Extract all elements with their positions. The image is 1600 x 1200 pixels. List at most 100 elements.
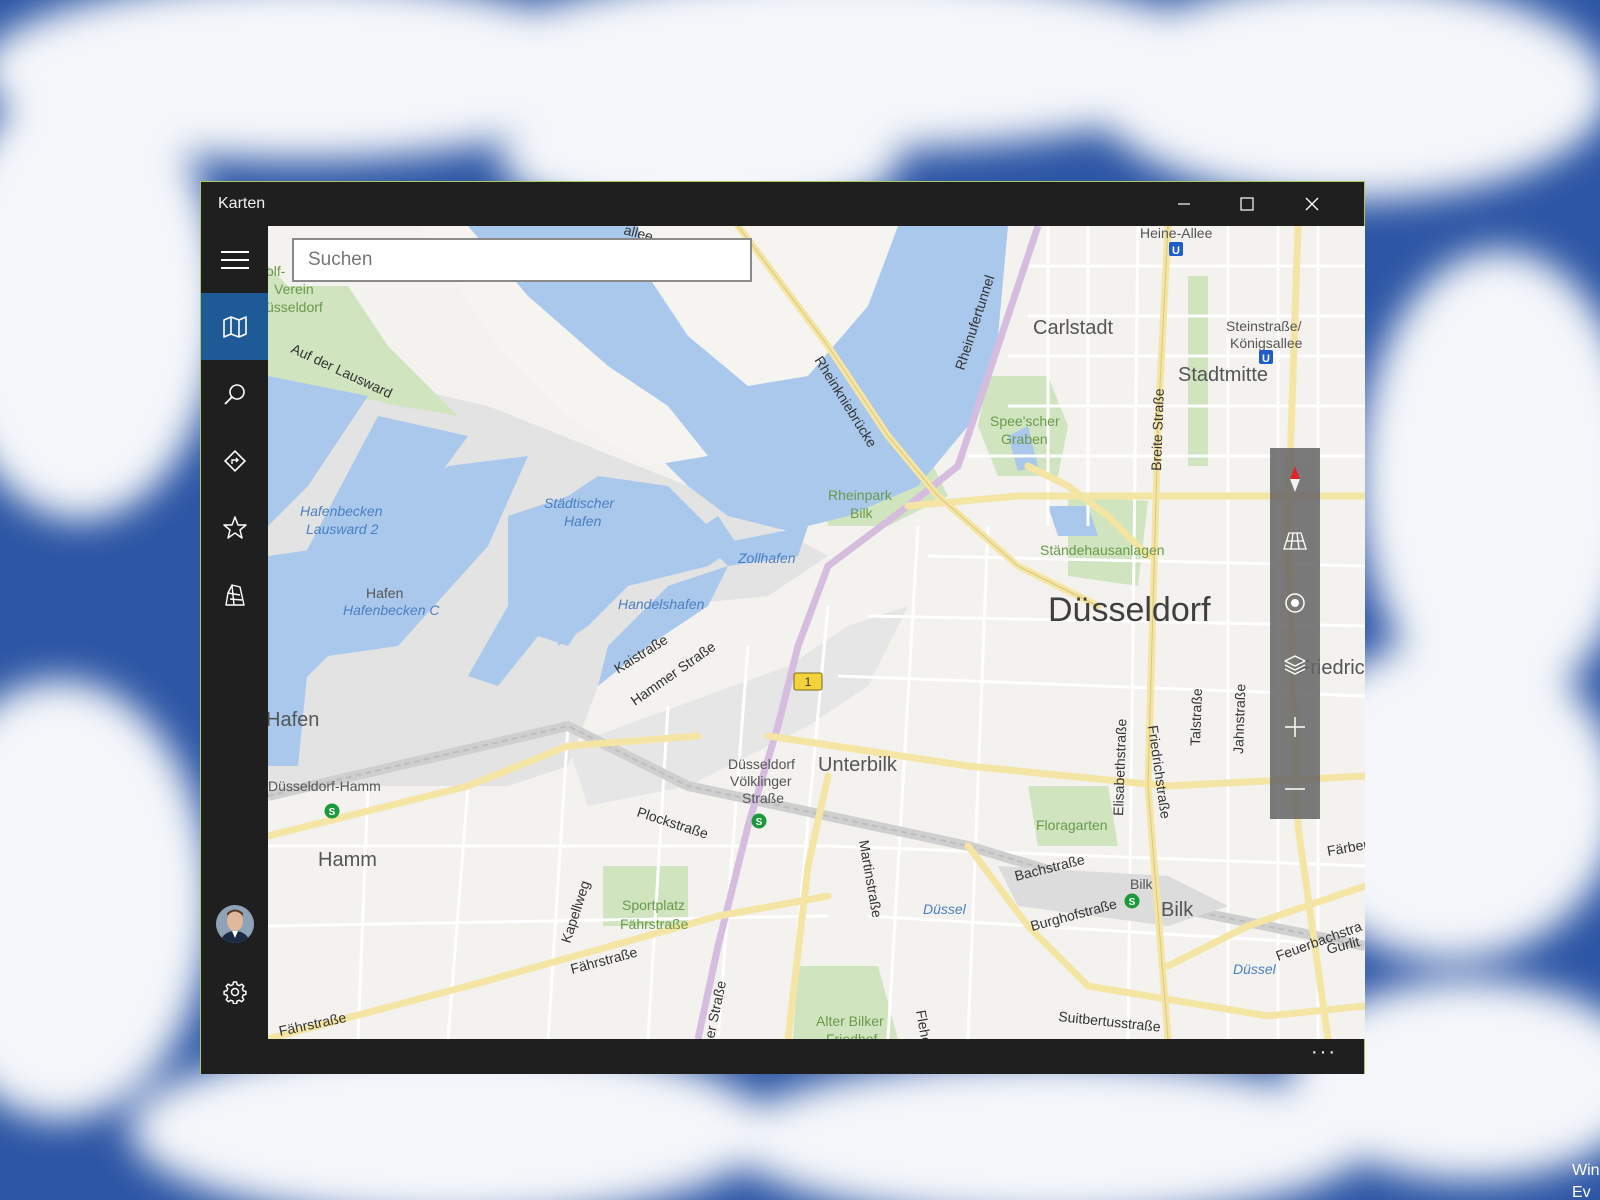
label-carlstadt: Carlstadt	[1033, 317, 1113, 339]
account-button[interactable]	[201, 890, 268, 957]
label-golf-1: olf-	[268, 263, 286, 279]
search-icon	[223, 383, 245, 405]
label-staendehaus: Ständehausanlagen	[1040, 542, 1165, 558]
label-jahnstrasse: Jahnstraße	[1230, 683, 1248, 754]
label-faehrstrasse-2: Fährstraße	[277, 1009, 348, 1039]
label-flehe: Flehe	[913, 1009, 935, 1039]
label-voelklinger-2: Völklinger	[730, 773, 792, 789]
label-alter-bilker-1: Alter Bilker	[816, 1013, 884, 1029]
label-faehrstrasse-1: Fährstraße	[569, 944, 639, 977]
minimize-button[interactable]	[1153, 182, 1215, 226]
hamburger-menu-button[interactable]	[201, 226, 268, 293]
u-bahn-badge-steinstrasse: U	[1259, 350, 1273, 365]
label-rheinpark-1: Rheinpark	[828, 487, 893, 503]
label-friedrichstrasse: Friedrichstraße	[1145, 724, 1174, 820]
sidebar-item-3d-cities[interactable]	[201, 561, 268, 628]
maps-app-window: Karten Düsseldorf Carlstadt Stadtmitte U…	[200, 181, 1365, 1074]
avatar	[215, 904, 254, 943]
title-bar[interactable]: Karten	[201, 182, 1364, 226]
tilt-button[interactable]	[1270, 510, 1320, 572]
3d-city-icon	[224, 583, 245, 606]
svg-text:1: 1	[805, 675, 812, 689]
label-steinstrasse-1: Steinstraße/	[1226, 318, 1302, 334]
label-handelshafen: Handelshafen	[618, 596, 705, 612]
desktop-corner-text: Win Ev	[1572, 1160, 1600, 1200]
compass-button[interactable]	[1270, 448, 1320, 510]
label-breite-strasse: Breite Straße	[1148, 388, 1167, 471]
label-martinstrasse: Martinstraße	[856, 839, 885, 919]
label-heine-allee: Heine-Allee	[1140, 226, 1213, 241]
label-hafenbecken-lausward-2: Lausward 2	[306, 521, 379, 537]
label-golf-2: Verein	[274, 281, 314, 297]
label-duessel-2: Düssel	[1233, 961, 1277, 977]
label-sportplatz-1: Sportplatz	[622, 897, 685, 913]
svg-text:U: U	[1262, 353, 1270, 365]
gear-icon	[222, 980, 247, 1004]
label-bilk-station: Bilk	[1130, 876, 1154, 892]
map-canvas[interactable]: Düsseldorf Carlstadt Stadtmitte Unterbil…	[268, 226, 1365, 1039]
compass-icon	[1290, 466, 1300, 492]
label-hafen-small: Hafen	[366, 585, 403, 601]
sidebar-nav	[201, 226, 268, 1039]
label-elisabethstrasse: Elisabethstraße	[1110, 718, 1129, 816]
label-sportplatz-2: Fährstraße	[620, 916, 689, 932]
maximize-button[interactable]	[1216, 182, 1278, 226]
more-options-button[interactable]: ···	[1304, 1041, 1344, 1071]
label-spee-2: Graben	[1001, 431, 1048, 447]
hamburger-icon	[220, 250, 249, 269]
label-voelklinger-1: Düsseldorf	[728, 756, 795, 772]
minimize-icon	[1178, 203, 1190, 205]
label-duesseldorf-hamm: Düsseldorf-Hamm	[268, 778, 381, 794]
close-icon	[1305, 197, 1319, 211]
label-auf-der-lausward: Auf der Lausward	[289, 340, 395, 401]
label-rheinpark-2: Bilk	[850, 505, 874, 521]
label-staedtischer-1: Städtischer	[544, 495, 615, 511]
sidebar-item-favorites[interactable]	[201, 494, 268, 561]
label-alter-bilker-2: Friedhof	[826, 1031, 877, 1039]
label-talstrasse: Talstraße	[1187, 688, 1205, 746]
settings-button[interactable]	[201, 958, 268, 1025]
label-bilk: Bilk	[1161, 899, 1194, 921]
label-hafen: Hafen	[268, 709, 319, 731]
label-rheinkniebruecke: Rheinkniebrücke	[811, 353, 880, 450]
label-burghofstrasse: Burghofstraße	[1029, 895, 1119, 933]
plus-icon	[1285, 717, 1305, 737]
svg-text:S: S	[756, 817, 763, 828]
corner-text-line-2: Ev	[1572, 1184, 1591, 1200]
map-icon	[222, 315, 247, 338]
location-icon	[1285, 593, 1305, 613]
label-kaistrasse: Kaistraße	[611, 631, 670, 676]
svg-text:S: S	[329, 807, 336, 818]
svg-text:U: U	[1172, 245, 1180, 257]
map-layers-button[interactable]	[1270, 634, 1320, 696]
label-zollhafen: Zollhafen	[737, 550, 796, 566]
label-floragarten: Floragarten	[1036, 817, 1108, 833]
label-kapellweg: Kapellweg	[558, 879, 593, 945]
s-bahn-badge-voelklinger: S	[751, 813, 767, 829]
map-controls-panel	[1270, 448, 1320, 819]
minus-icon	[1285, 788, 1305, 790]
label-duessel-1: Düssel	[923, 901, 967, 917]
label-golf-3: üsseldorf	[268, 299, 323, 315]
maximize-icon	[1240, 197, 1254, 211]
directions-icon	[223, 449, 246, 472]
label-bachstrasse: Bachstraße	[1013, 851, 1087, 884]
close-button[interactable]	[1281, 182, 1343, 226]
label-steinstrasse-2: Königsallee	[1230, 335, 1303, 351]
my-location-button[interactable]	[1270, 572, 1320, 634]
label-stadtmitte: Stadtmitte	[1178, 364, 1268, 386]
label-rheinufertunnel: Rheinufertunnel	[952, 273, 998, 372]
label-hafenbecken-lausward-1: Hafenbecken	[300, 503, 383, 519]
star-icon	[222, 515, 247, 539]
tilt-grid-icon	[1283, 532, 1307, 550]
label-faerber: Färber	[1326, 836, 1365, 859]
zoom-in-button[interactable]	[1270, 696, 1320, 758]
sidebar-item-search[interactable]	[201, 360, 268, 427]
sidebar-item-map[interactable]	[201, 293, 268, 360]
layers-icon	[1284, 655, 1306, 675]
map-labels-layer: Düsseldorf Carlstadt Stadtmitte Unterbil…	[268, 226, 1365, 1039]
search-input[interactable]	[292, 238, 752, 282]
zoom-out-button[interactable]	[1270, 758, 1320, 820]
label-voelklinger-3: Straße	[742, 790, 784, 806]
sidebar-item-directions[interactable]	[201, 427, 268, 494]
